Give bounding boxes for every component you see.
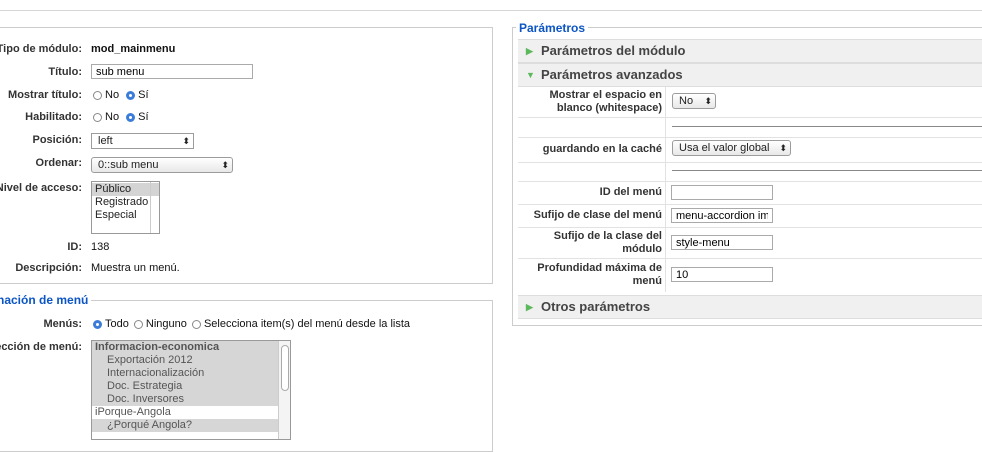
panel-avanzados-header[interactable]: ▼ Parámetros avanzados bbox=[518, 63, 982, 87]
whitespace-value: No bbox=[679, 95, 694, 107]
id-value: 138 bbox=[91, 241, 110, 253]
menu-assignment-legend: Asignación de menú bbox=[0, 293, 92, 307]
idmenu-input[interactable] bbox=[671, 185, 773, 200]
mostrar-si-label: Sí bbox=[138, 89, 149, 101]
menu-item[interactable]: Exportación 2012 bbox=[92, 354, 290, 367]
expand-right-icon: ▶ bbox=[526, 46, 533, 56]
updown-arrow-icon: ⬍ bbox=[221, 160, 229, 170]
parametros-legend: Parámetros bbox=[516, 21, 589, 35]
panel-modulo-title: Parámetros del módulo bbox=[541, 43, 686, 58]
whitespace-label: Mostrar el espacio en blanco (whitespace… bbox=[549, 89, 663, 114]
sufijo-modulo-label: Sufijo de la clase del módulo bbox=[553, 230, 662, 255]
panel-modulo-header[interactable]: ▶ Parámetros del módulo bbox=[518, 39, 982, 63]
nivel-acceso-list[interactable]: Público Registrado Especial bbox=[91, 181, 160, 234]
mostrar-no-label: No bbox=[105, 89, 120, 101]
seleccion-menu-label: Selección de menú: bbox=[0, 341, 82, 353]
menu-item[interactable]: Internacionalización bbox=[92, 367, 290, 380]
posicion-value: left bbox=[98, 135, 113, 147]
habilitado-no-radio[interactable] bbox=[93, 112, 102, 122]
expand-down-icon: ▼ bbox=[526, 70, 535, 80]
habilitado-si-radio[interactable] bbox=[126, 112, 136, 122]
descripcion-label: Descripción: bbox=[15, 262, 82, 274]
cache-value: Usa el valor global bbox=[679, 142, 770, 154]
row-divider bbox=[518, 181, 982, 182]
panel-otros-header[interactable]: ▶ Otros parámetros bbox=[518, 295, 982, 319]
row-divider bbox=[518, 137, 982, 138]
habilitado-radios: No Sí bbox=[93, 111, 149, 123]
panel-otros-title: Otros parámetros bbox=[541, 299, 651, 314]
profundidad-input[interactable] bbox=[671, 267, 773, 282]
row-divider bbox=[518, 204, 982, 205]
cache-separator bbox=[672, 170, 982, 171]
row-divider bbox=[518, 117, 982, 118]
sufijo-modulo-input[interactable] bbox=[671, 235, 773, 250]
ordenar-value: 0::sub menu bbox=[98, 159, 159, 171]
todo-radio[interactable] bbox=[93, 319, 102, 329]
tipo-value: mod_mainmenu bbox=[91, 43, 176, 55]
cache-label: guardando en la caché bbox=[542, 143, 662, 155]
list-scrollbar[interactable] bbox=[278, 341, 290, 439]
posicion-select[interactable]: left ⬍ bbox=[91, 133, 194, 149]
ninguno-radio[interactable] bbox=[133, 319, 143, 329]
ordenar-select[interactable]: 0::sub menu ⬍ bbox=[91, 157, 233, 173]
menus-label: Menús: bbox=[43, 318, 83, 330]
nivel-acceso-label: Nivel de acceso: bbox=[0, 182, 82, 194]
id-label: ID: bbox=[67, 241, 82, 253]
list-scroll-edge bbox=[150, 182, 159, 233]
profundidad-label: Profundidad máxima de menú bbox=[537, 262, 662, 287]
habilitado-si-label: Sí bbox=[138, 111, 149, 123]
sufijo-clase-menu-input[interactable] bbox=[671, 208, 773, 223]
updown-arrow-icon: ⬍ bbox=[704, 96, 712, 106]
menu-item[interactable]: ¿Porqué Angola? bbox=[92, 419, 290, 432]
scrollbar-thumb[interactable] bbox=[281, 345, 289, 391]
nivel-option[interactable]: Público bbox=[92, 183, 159, 196]
menu-group-item[interactable]: Informacion-economica bbox=[92, 341, 290, 354]
top-divider bbox=[0, 10, 982, 11]
titulo-input[interactable] bbox=[91, 64, 253, 79]
menu-group-item[interactable]: iPorque-Angola bbox=[92, 406, 290, 419]
mostrar-si-radio[interactable] bbox=[126, 90, 136, 100]
expand-right-icon: ▶ bbox=[526, 302, 533, 312]
ordenar-label: Ordenar: bbox=[35, 157, 82, 169]
nivel-option[interactable]: Especial bbox=[92, 209, 159, 222]
habilitado-label: Habilitado: bbox=[25, 111, 82, 123]
seleccion-menu-list[interactable]: Informacion-economica Exportación 2012 I… bbox=[91, 340, 291, 440]
selecciona-radio[interactable] bbox=[191, 319, 201, 329]
tipo-label: Tipo de módulo: bbox=[0, 43, 82, 55]
whitespace-separator bbox=[672, 126, 982, 127]
menu-item[interactable]: Doc. Inversores bbox=[92, 393, 290, 406]
params-container: ▶ Parámetros del módulo ▼ Parámetros ava… bbox=[518, 39, 982, 324]
row-divider bbox=[518, 258, 982, 259]
row-divider bbox=[518, 162, 982, 163]
idmenu-label: ID del menú bbox=[599, 186, 662, 198]
updown-arrow-icon: ⬍ bbox=[779, 143, 787, 153]
nivel-option[interactable]: Registrado bbox=[92, 196, 159, 209]
whitespace-select[interactable]: No ⬍ bbox=[672, 93, 716, 109]
sufijo-clase-menu-label: Sufijo de clase del menú bbox=[533, 209, 662, 221]
descripcion-value: Muestra un menú. bbox=[91, 262, 180, 274]
titulo-label: Título: bbox=[48, 66, 82, 78]
menu-item[interactable]: Doc. Estrategia bbox=[92, 380, 290, 393]
menus-radios: Todo Ninguno Selecciona item(s) del menú… bbox=[93, 318, 410, 330]
cache-select[interactable]: Usa el valor global ⬍ bbox=[672, 140, 791, 156]
row-divider bbox=[518, 227, 982, 228]
updown-arrow-icon: ⬍ bbox=[182, 136, 190, 146]
panel-avanzados-title: Parámetros avanzados bbox=[541, 67, 683, 82]
selecciona-label: Selecciona item(s) del menú desde la lis… bbox=[203, 318, 411, 330]
ninguno-label: Ninguno bbox=[145, 318, 187, 330]
todo-label: Todo bbox=[105, 318, 129, 330]
mostrar-no-radio[interactable] bbox=[93, 90, 102, 100]
habilitado-no-label: No bbox=[105, 111, 120, 123]
posicion-label: Posición: bbox=[32, 134, 82, 146]
mostrar-titulo-radios: No Sí bbox=[93, 89, 149, 101]
mostrar-titulo-label: Mostrar título: bbox=[8, 89, 82, 101]
